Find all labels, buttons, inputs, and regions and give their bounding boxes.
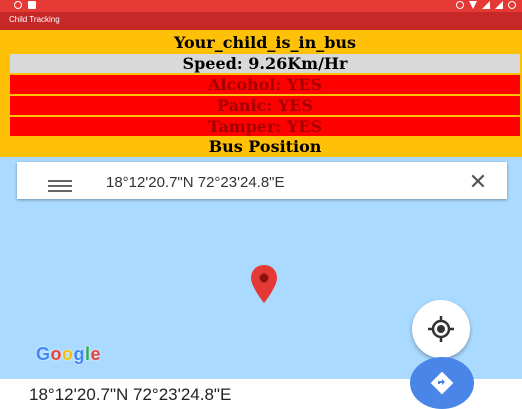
app-notification-icon	[28, 1, 36, 9]
speed-text: Speed: 9.26Km/Hr	[10, 54, 520, 73]
alarm-icon	[508, 1, 516, 9]
map-pin-icon[interactable]	[250, 265, 278, 303]
logo-letter: g	[73, 344, 86, 364]
bus-position-label: Bus Position	[208, 137, 322, 156]
status-bar	[0, 0, 522, 12]
logo-letter: o	[50, 344, 63, 364]
logo-letter: e	[90, 344, 102, 364]
google-logo: Google	[36, 344, 101, 365]
logo-letter: o	[62, 344, 74, 364]
status-panel: Your_child_is_in_bus Speed: 9.26Km/Hr Al…	[0, 30, 522, 157]
vibrate-icon	[456, 1, 464, 9]
menu-icon[interactable]	[48, 180, 72, 192]
tamper-status: Tamper: YES	[10, 117, 520, 136]
my-location-icon	[428, 316, 454, 342]
search-input[interactable]: 18°12'20.7"N 72°23'24.8"E	[106, 174, 285, 191]
coordinates-text: 18°12'20.7"N 72°23'24.8"E	[29, 385, 232, 404]
directions-button[interactable]	[410, 357, 474, 409]
my-location-button[interactable]	[412, 300, 470, 358]
signal-2-icon	[495, 1, 503, 9]
alcohol-status: Alcohol: YES	[10, 75, 520, 94]
panic-status: Panic: YES	[10, 96, 520, 115]
signal-icon	[482, 1, 490, 9]
title-bar: Child Tracking	[0, 12, 522, 30]
notification-icon	[14, 1, 22, 9]
directions-icon	[430, 371, 454, 395]
close-icon[interactable]: ✕	[465, 172, 491, 194]
logo-letter: G	[36, 344, 51, 364]
child-status-text: Your_child_is_in_bus	[173, 33, 357, 52]
wifi-icon	[469, 1, 477, 9]
app-title: Child Tracking	[9, 15, 60, 24]
